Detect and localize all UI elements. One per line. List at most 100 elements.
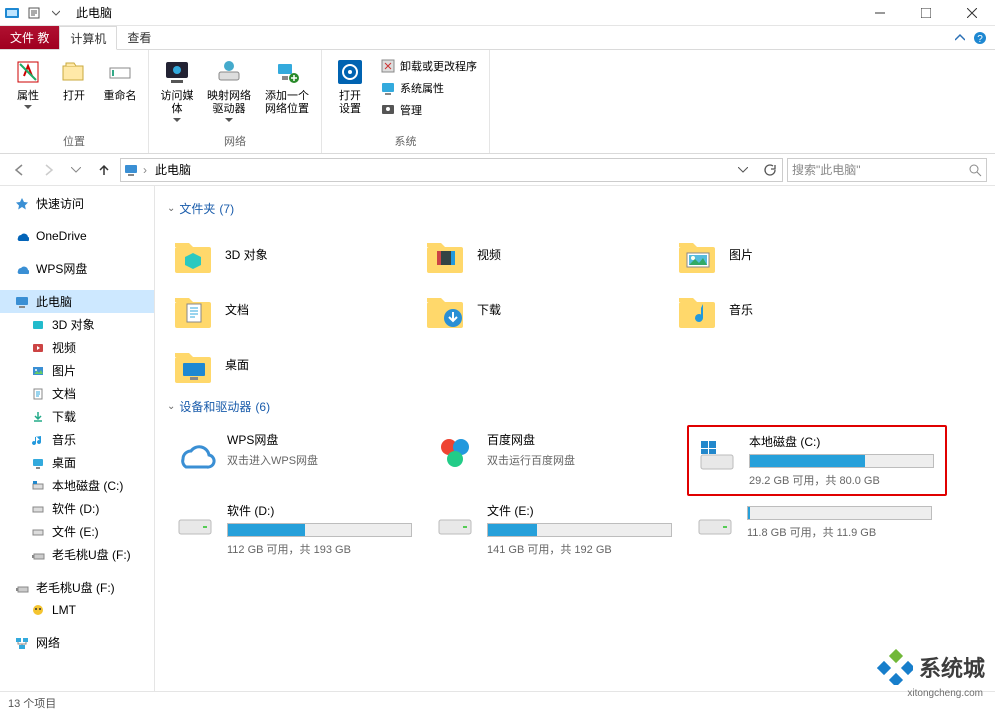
up-button[interactable] [92,158,116,182]
sidebar-item[interactable]: 3D 对象 [0,313,154,336]
folders-section-header[interactable]: ⌄ 文件夹 (7) [167,200,983,217]
search-box[interactable] [787,158,987,182]
drive-item[interactable]: 软件 (D:) 112 GB 可用，共 193 GB [167,496,427,563]
item-icon [30,386,46,402]
add-network-location-button[interactable]: 添加一个 网络位置 [259,54,315,118]
back-button[interactable] [8,158,32,182]
drive-icon [173,502,217,546]
drive-icon [695,433,739,477]
folder-icon [171,343,215,387]
open-button[interactable]: 打开 [52,54,96,105]
item-icon [30,363,46,379]
close-button[interactable] [949,0,995,26]
tab-view[interactable]: 查看 [117,26,161,49]
help-icon[interactable]: ? [973,31,987,45]
sidebar-usb[interactable]: 老毛桃U盘 (F:) [0,576,154,599]
search-icon [968,163,982,177]
rename-icon [104,56,136,88]
folder-item[interactable]: 下载 [419,282,671,337]
properties-button[interactable]: 属性 [6,54,50,112]
sidebar-item[interactable]: 老毛桃U盘 (F:) [0,543,154,566]
sidebar-quick-access[interactable]: 快速访问 [0,192,154,215]
sidebar-item[interactable]: 音乐 [0,428,154,451]
qat-dropdown-icon[interactable] [48,5,64,21]
sidebar-item[interactable]: 下载 [0,405,154,428]
tab-computer[interactable]: 计算机 [59,26,117,50]
sidebar-item[interactable]: 文档 [0,382,154,405]
search-input[interactable] [792,163,968,177]
address-bar[interactable]: › 此电脑 [120,158,783,182]
sidebar-onedrive[interactable]: OneDrive [0,225,154,247]
breadcrumb-thispc[interactable]: 此电脑 [151,161,195,178]
item-icon [30,524,46,540]
drives-section-header[interactable]: ⌄ 设备和驱动器 (6) [167,398,983,415]
qat-properties-icon[interactable] [26,5,42,21]
rename-button[interactable]: 重命名 [98,54,142,105]
sidebar-item[interactable]: 文件 (E:) [0,520,154,543]
sidebar-item[interactable]: 本地磁盘 (C:) [0,474,154,497]
drive-icon [433,502,477,546]
media-icon [161,56,193,88]
folder-item[interactable]: 图片 [671,227,923,282]
star-icon [14,196,30,212]
address-dropdown-button[interactable] [732,159,754,181]
sidebar-item[interactable]: 软件 (D:) [0,497,154,520]
drive-item[interactable]: 文件 (E:) 141 GB 可用，共 192 GB [427,496,687,563]
ribbon-group-location: 属性 打开 重命名 位置 [0,50,149,153]
folder-item[interactable]: 音乐 [671,282,923,337]
refresh-button[interactable] [758,159,780,181]
ribbon-group-network: 访问媒体 映射网络 驱动器 添加一个 网络位置 网络 [149,50,322,153]
folder-item[interactable]: 桌面 [167,337,419,392]
open-icon [58,56,90,88]
item-count: 13 个项目 [8,695,56,711]
sidebar-network[interactable]: 网络 [0,631,154,654]
system-properties-button[interactable]: 系统属性 [376,78,481,98]
drive-icon [173,431,217,475]
sidebar-item[interactable]: 视频 [0,336,154,359]
navbar: › 此电脑 [0,154,995,186]
chevron-down-icon: ⌄ [167,203,175,214]
folders-grid: 3D 对象视频图片文档下载音乐桌面 [167,227,983,392]
statusbar: 13 个项目 [0,691,995,713]
drive-item[interactable]: 本地磁盘 (C:) 29.2 GB 可用，共 80.0 GB [687,425,947,496]
item-icon [30,317,46,333]
drive-item[interactable]: 百度网盘 双击运行百度网盘 [427,425,687,496]
add-location-icon [271,56,303,88]
nav-pane[interactable]: 快速访问 OneDrive WPS网盘 此电脑 3D 对象视频图片文档下载音乐桌… [0,186,155,691]
ribbon-collapse-icon[interactable] [955,33,965,43]
folder-item[interactable]: 视频 [419,227,671,282]
manage-button[interactable]: 管理 [376,100,481,120]
folder-item[interactable]: 文档 [167,282,419,337]
item-icon [30,501,46,517]
dropdown-icon [24,105,32,110]
drive-item[interactable]: 11.8 GB 可用，共 11.9 GB [687,496,947,563]
minimize-button[interactable] [857,0,903,26]
folder-item[interactable]: 3D 对象 [167,227,419,282]
chevron-down-icon: ⌄ [167,401,175,412]
recent-button[interactable] [64,158,88,182]
item-icon [30,455,46,471]
window-title: 此电脑 [76,4,112,21]
sidebar-this-pc[interactable]: 此电脑 [0,290,154,313]
pc-icon [14,294,30,310]
map-drive-button[interactable]: 映射网络 驱动器 [201,54,257,125]
maximize-button[interactable] [903,0,949,26]
uninstall-button[interactable]: 卸载或更改程序 [376,56,481,76]
sidebar-item[interactable]: 桌面 [0,451,154,474]
ribbon-group-system: 打开 设置 卸载或更改程序 系统属性 管理 系统 [322,50,490,153]
forward-button[interactable] [36,158,60,182]
uninstall-icon [380,58,396,74]
file-tab[interactable]: 文件 教 [0,26,59,49]
folder-icon [171,288,215,332]
dropdown-icon [173,118,181,123]
content-area[interactable]: ⌄ 文件夹 (7) 3D 对象视频图片文档下载音乐桌面 ⌄ 设备和驱动器 (6)… [155,186,995,691]
sidebar-lmt[interactable]: LMT [0,599,154,621]
drive-item[interactable]: WPS网盘 双击进入WPS网盘 [167,425,427,496]
folder-icon [423,233,467,277]
sidebar-wps[interactable]: WPS网盘 [0,257,154,280]
access-media-button[interactable]: 访问媒体 [155,54,199,125]
open-settings-button[interactable]: 打开 设置 [328,54,372,118]
usb-icon [14,580,30,596]
sidebar-item[interactable]: 图片 [0,359,154,382]
watermark: 系统城 xitongcheng.com [877,649,985,685]
